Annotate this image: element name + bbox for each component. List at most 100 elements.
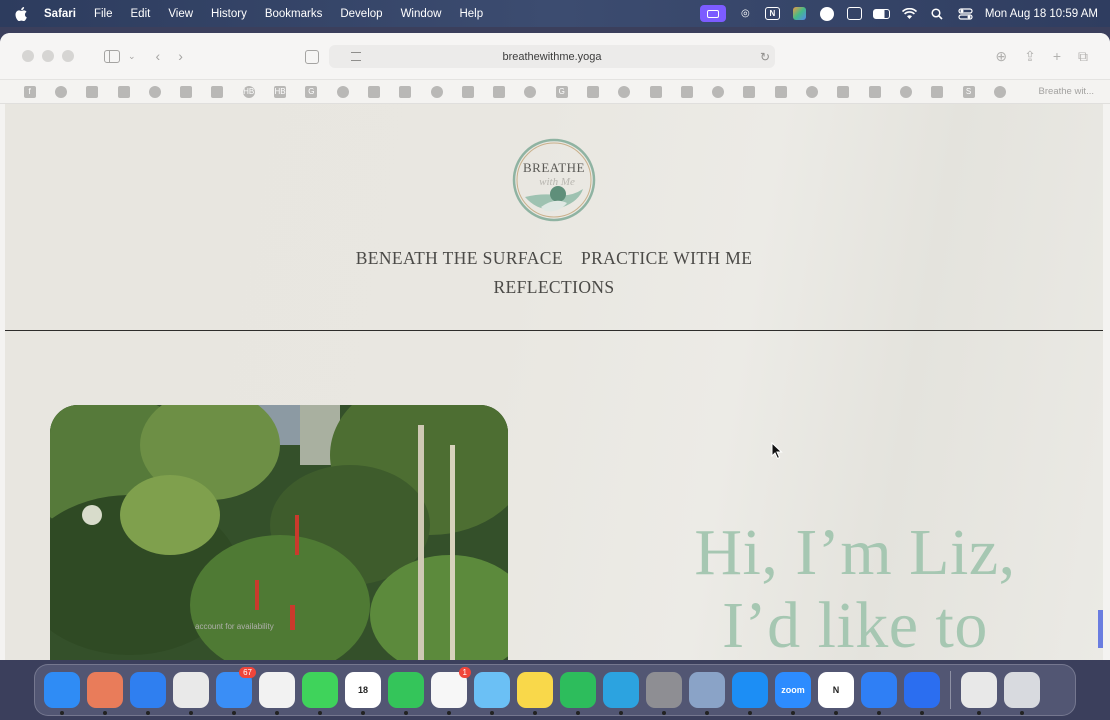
nav-practice-with-me[interactable]: PRACTICE WITH ME [581, 248, 752, 269]
favorite-item[interactable] [828, 85, 859, 98]
app-icon[interactable] [791, 7, 808, 21]
scroll-indicator[interactable] [1098, 610, 1103, 648]
audio-icon[interactable]: ◎ [737, 7, 754, 21]
menu-window[interactable]: Window [392, 8, 451, 20]
chevron-down-icon[interactable]: ⌄ [128, 51, 136, 62]
maps-icon[interactable] [474, 672, 510, 715]
calendar-icon[interactable]: 18 [345, 672, 381, 715]
zoom-icon[interactable]: zoom [775, 672, 811, 715]
menu-file[interactable]: File [85, 8, 122, 20]
running-indicator [705, 711, 709, 715]
favorite-item[interactable]: HB [264, 85, 295, 98]
reload-icon[interactable]: ↻ [760, 50, 770, 64]
notes-icon[interactable] [517, 672, 553, 715]
preview-icon[interactable] [689, 672, 725, 715]
screen-mirroring-icon[interactable] [699, 5, 726, 22]
favorite-item[interactable]: G [546, 85, 577, 98]
favorite-item[interactable] [577, 85, 608, 98]
docs-icon[interactable] [904, 672, 940, 715]
menu-view[interactable]: View [159, 8, 202, 20]
zoom-window-button[interactable] [62, 50, 74, 62]
chrome-icon[interactable] [173, 672, 209, 715]
favorite-item[interactable] [515, 85, 546, 98]
battery-icon[interactable] [872, 7, 890, 21]
notion-icon[interactable]: N [818, 672, 854, 715]
favorite-item[interactable]: HB [233, 85, 264, 98]
favorite-item[interactable] [45, 85, 76, 98]
numbers-icon[interactable] [560, 672, 596, 715]
favorite-item[interactable] [765, 85, 796, 98]
favorite-item[interactable] [170, 85, 201, 98]
favorite-item[interactable] [483, 85, 514, 98]
favorite-item[interactable] [890, 85, 921, 98]
app-store-icon[interactable] [732, 672, 768, 715]
search-icon[interactable] [929, 7, 946, 21]
nav-beneath-the-surface[interactable]: BENEATH THE SURFACE [356, 248, 563, 269]
breathe-with-me-logo[interactable]: BREATHE with Me [511, 137, 597, 223]
menu-edit[interactable]: Edit [122, 8, 160, 20]
telegram-icon[interactable] [603, 672, 639, 715]
favorite-item[interactable] [671, 85, 702, 98]
favorite-item[interactable] [139, 85, 170, 98]
reader-view-icon[interactable] [351, 52, 361, 61]
favorite-item[interactable] [390, 85, 421, 98]
favorite-item[interactable] [984, 85, 1015, 98]
favorite-item[interactable] [859, 85, 890, 98]
new-tab-icon[interactable]: + [1053, 48, 1061, 65]
dock-icon-label: 18 [357, 685, 368, 695]
favorite-breathe-with-me[interactable]: Breathe wit... [1039, 86, 1110, 97]
forward-button[interactable]: › [178, 48, 183, 64]
favorite-item[interactable] [922, 85, 953, 98]
close-window-button[interactable] [22, 50, 34, 62]
favorite-item[interactable]: S [953, 85, 984, 98]
tab-overview-icon[interactable]: ⧉ [1078, 48, 1088, 65]
favorite-item[interactable] [202, 85, 233, 98]
favorite-item[interactable] [734, 85, 765, 98]
sidebar-toggle-icon[interactable] [104, 49, 120, 63]
system-settings-icon[interactable] [646, 672, 682, 715]
favorite-item[interactable] [358, 85, 389, 98]
finder-icon[interactable] [44, 672, 80, 715]
favorite-item[interactable] [452, 85, 483, 98]
favorite-item[interactable] [421, 85, 452, 98]
launchpad-icon[interactable] [87, 672, 123, 715]
menu-develop[interactable]: Develop [331, 8, 391, 20]
menu-app-name[interactable]: Safari [44, 8, 85, 20]
back-button[interactable]: ‹ [156, 48, 161, 64]
favorite-item[interactable] [640, 85, 671, 98]
share-icon[interactable]: ⇪ [1024, 48, 1036, 65]
favorite-item[interactable] [327, 85, 358, 98]
nav-reflections[interactable]: REFLECTIONS [493, 277, 614, 298]
favorite-item[interactable]: f [14, 85, 45, 98]
menu-history[interactable]: History [202, 8, 256, 20]
favorite-item[interactable] [609, 85, 640, 98]
favorite-item[interactable]: G [296, 85, 327, 98]
url-field[interactable]: breathewithme.yoga ↻ [329, 45, 775, 68]
privacy-shield-icon[interactable] [305, 49, 319, 64]
favorite-item[interactable] [796, 85, 827, 98]
control-center-icon[interactable] [957, 7, 974, 21]
menu-bookmarks[interactable]: Bookmarks [256, 8, 332, 20]
window-icon[interactable] [846, 7, 862, 20]
notion-n-icon[interactable]: N [764, 7, 780, 20]
favorite-item[interactable] [77, 85, 108, 98]
favorite-item[interactable] [108, 85, 139, 98]
mail-icon[interactable]: 67 [216, 667, 256, 715]
menu-help[interactable]: Help [450, 8, 492, 20]
apple-icon[interactable] [14, 6, 28, 21]
wifi-icon[interactable] [901, 7, 918, 21]
logo-text-top: BREATHE [523, 160, 585, 175]
reminders-icon[interactable]: 1 [431, 667, 471, 715]
photos-icon[interactable] [259, 672, 295, 715]
facetime-icon[interactable] [388, 672, 424, 715]
messages-icon[interactable] [302, 672, 338, 715]
messenger-icon[interactable] [861, 672, 897, 715]
favorite-item[interactable] [703, 85, 734, 98]
file-icon[interactable] [961, 672, 997, 715]
minimize-window-button[interactable] [42, 50, 54, 62]
vpn-icon[interactable] [819, 6, 836, 21]
safari-icon[interactable] [130, 672, 166, 715]
trash-icon[interactable] [1004, 672, 1040, 715]
menu-clock[interactable]: Mon Aug 18 10:59 AM [985, 8, 1098, 20]
downloads-icon[interactable]: ⊕ [995, 48, 1007, 65]
